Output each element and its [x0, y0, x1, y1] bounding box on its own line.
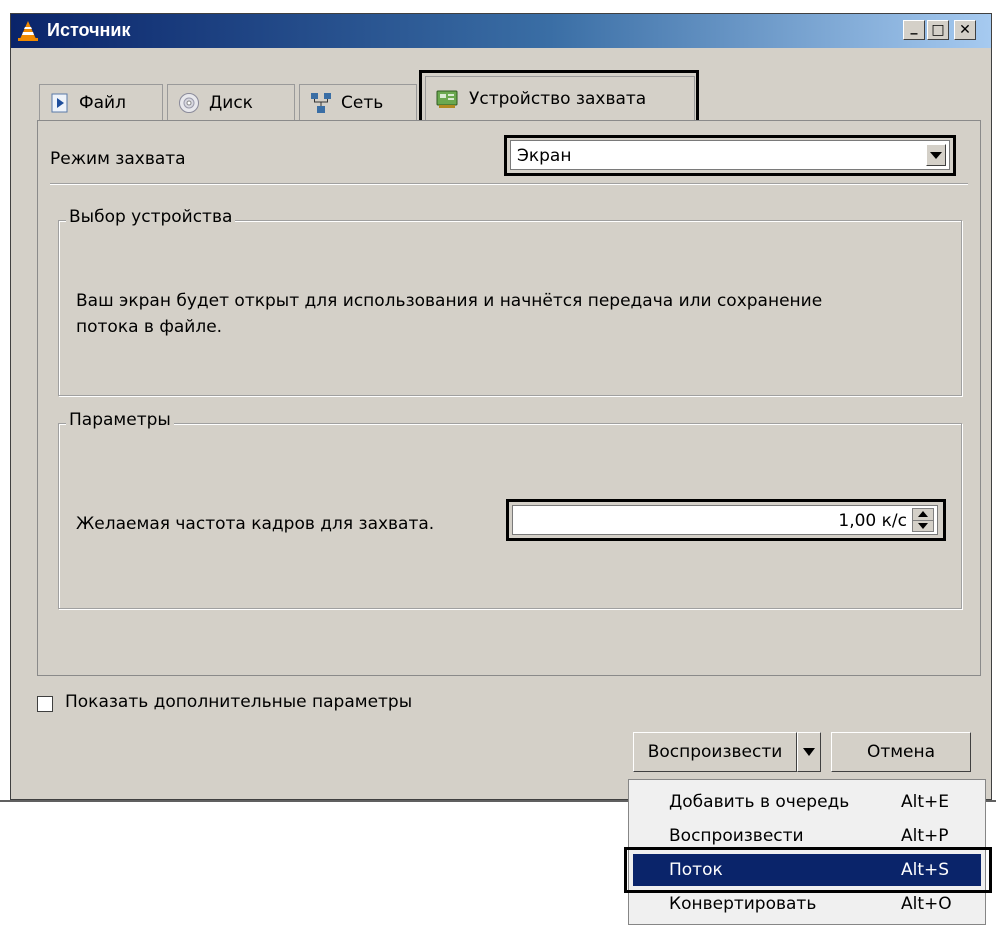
vlc-cone-icon: [18, 21, 38, 41]
play-button-label: Воспроизвести: [647, 742, 783, 762]
title-bar: Источник _ □ ✕: [11, 14, 991, 48]
fps-label: Желаемая частота кадров для захвата.: [76, 514, 435, 534]
network-icon: [311, 92, 331, 113]
minimize-button[interactable]: _: [903, 20, 925, 40]
minimize-icon: _: [910, 19, 918, 35]
tab-network-label: Сеть: [341, 92, 384, 113]
tab-highlight-frame: [419, 70, 699, 124]
cancel-button-label: Отмена: [866, 742, 936, 762]
cancel-button[interactable]: Отмена: [831, 732, 971, 772]
capture-panel: Режим захвата Экран Выбор устройства Ваш…: [37, 120, 981, 676]
device-description-line2: потока в файле.: [76, 317, 223, 337]
chevron-down-icon: [803, 748, 815, 756]
advanced-options-checkbox[interactable]: [37, 696, 53, 712]
disc-icon: [179, 92, 199, 113]
close-button[interactable]: ✕: [954, 20, 976, 40]
advanced-options-label: Показать дополнительные параметры: [65, 692, 413, 712]
maximize-icon: □: [931, 22, 945, 38]
fps-highlight: [506, 499, 946, 541]
menu-item-shortcut: Alt+E: [901, 792, 950, 812]
menu-item-label: Воспроизвести: [669, 826, 804, 846]
file-play-icon: [51, 93, 68, 112]
menu-item-label: Конвертировать: [669, 894, 817, 914]
capture-mode-highlight: [504, 135, 956, 176]
parameters-group-legend: Параметры: [66, 410, 174, 430]
menu-item-enqueue[interactable]: Добавить в очередь Alt+E: [633, 786, 981, 818]
close-icon: ✕: [959, 22, 971, 38]
tab-disc-label: Диск: [209, 92, 253, 113]
source-dialog: Источник _ □ ✕ Файл Диск Сеть Устройство…: [10, 13, 992, 800]
play-dropdown-button[interactable]: [797, 732, 821, 772]
maximize-button[interactable]: □: [927, 20, 949, 40]
play-button[interactable]: Воспроизвести: [633, 732, 797, 772]
stream-item-highlight: [624, 847, 992, 893]
tab-network[interactable]: Сеть: [299, 84, 417, 120]
menu-item-label: Добавить в очередь: [669, 792, 850, 812]
capture-mode-label: Режим захвата: [50, 149, 186, 169]
menu-item-shortcut: Alt+P: [901, 826, 949, 846]
divider: [50, 183, 968, 185]
tab-file[interactable]: Файл: [39, 84, 163, 120]
window-title: Источник: [47, 20, 131, 40]
device-description-line1: Ваш экран будет открыт для использования…: [76, 291, 823, 311]
tab-file-label: Файл: [79, 92, 126, 113]
menu-item-shortcut: Alt+O: [901, 894, 952, 914]
tab-disc[interactable]: Диск: [167, 84, 295, 120]
device-group-legend: Выбор устройства: [66, 207, 236, 227]
